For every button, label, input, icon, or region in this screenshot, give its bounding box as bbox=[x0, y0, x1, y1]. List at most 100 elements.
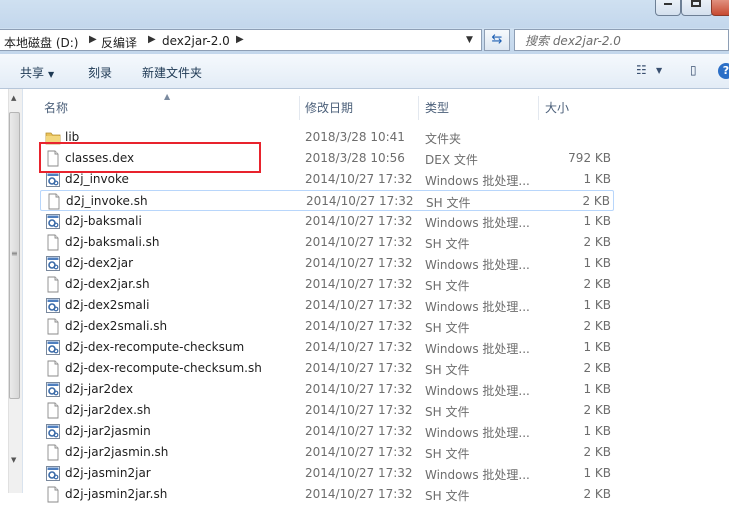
breadcrumb-folder[interactable]: 反编译 bbox=[101, 34, 137, 51]
preview-pane-icon[interactable]: ▯ bbox=[690, 63, 697, 77]
file-modified-date: 2018/3/28 10:56 bbox=[305, 151, 405, 165]
help-icon[interactable]: ? bbox=[718, 63, 729, 79]
file-name: d2j-dex2smali.sh bbox=[65, 319, 168, 333]
scroll-up-icon[interactable]: ▲ bbox=[11, 94, 16, 102]
breadcrumb-separator-icon[interactable]: ▶ bbox=[89, 34, 97, 45]
file-row[interactable]: d2j-dex2smali.sh 2014/10/27 17:32 SH 文件 2 K… bbox=[40, 316, 614, 337]
file-size: 2 KB bbox=[583, 277, 611, 291]
file-row[interactable]: d2j-dex2jar 2014/10/27 17:32 Windows 批处理..… bbox=[40, 253, 614, 274]
file-row[interactable]: d2j-dex-recompute-checksum 2014/10/27 17:… bbox=[40, 337, 614, 358]
window-title-bar bbox=[0, 0, 729, 28]
file-modified-date: 2014/10/27 17:32 bbox=[305, 487, 413, 501]
view-options-icon[interactable]: ☷ bbox=[636, 63, 647, 77]
file-type: SH 文件 bbox=[425, 321, 470, 335]
file-modified-date: 2014/10/27 17:32 bbox=[305, 172, 413, 186]
share-menu-button[interactable]: 共享 ▼ bbox=[20, 64, 54, 81]
sort-ascending-icon: ▲ bbox=[164, 92, 171, 101]
file-name: d2j-jar2dex bbox=[65, 382, 134, 396]
scroll-grip-icon: ≡ bbox=[11, 249, 18, 258]
file-name: d2j-dex-recompute-checksum bbox=[65, 340, 245, 354]
column-header-type[interactable]: 类型 bbox=[425, 96, 449, 120]
file-size: 792 KB bbox=[568, 151, 611, 165]
file-type: Windows 批处理... bbox=[425, 300, 530, 314]
highlight-annotation-box bbox=[39, 142, 261, 173]
file-name: d2j-jasmin2jar bbox=[65, 466, 151, 480]
file-type: Windows 批处理... bbox=[425, 426, 530, 440]
file-modified-date: 2014/10/27 17:32 bbox=[305, 424, 413, 438]
file-type: SH 文件 bbox=[425, 237, 470, 251]
file-type: Windows 批处理... bbox=[425, 342, 530, 356]
file-row[interactable]: d2j-jasmin2jar.sh 2014/10/27 17:32 SH 文件 2 … bbox=[40, 484, 614, 505]
maximize-button[interactable] bbox=[681, 0, 713, 16]
file-type: Windows 批处理... bbox=[425, 384, 530, 398]
file-name: d2j-dex2smali bbox=[65, 298, 150, 312]
file-modified-date: 2014/10/27 17:32 bbox=[305, 277, 413, 291]
file-name: d2j-jasmin2jar.sh bbox=[65, 487, 168, 501]
refresh-button[interactable]: ⇆ bbox=[484, 29, 510, 51]
file-size: 1 KB bbox=[583, 298, 611, 312]
close-button[interactable] bbox=[711, 0, 729, 16]
file-row[interactable]: d2j-baksmali.sh 2014/10/27 17:32 SH 文件 2 KB bbox=[40, 232, 614, 253]
file-name: d2j_invoke.sh bbox=[66, 194, 148, 208]
view-dropdown-icon[interactable]: ▼ bbox=[656, 66, 662, 75]
file-row[interactable]: d2j-jar2jasmin.sh 2014/10/27 17:32 SH 文件 2 … bbox=[40, 442, 614, 463]
breadcrumb-separator-icon[interactable]: ▶ bbox=[236, 34, 244, 45]
column-divider[interactable] bbox=[418, 96, 419, 120]
file-modified-date: 2014/10/27 17:32 bbox=[305, 382, 413, 396]
breadcrumb-current[interactable]: dex2jar-2.0 bbox=[162, 34, 230, 48]
file-size: 1 KB bbox=[583, 424, 611, 438]
file-modified-date: 2014/10/27 17:32 bbox=[305, 361, 413, 375]
column-header-size[interactable]: 大小 bbox=[545, 96, 569, 120]
file-size: 1 KB bbox=[583, 340, 611, 354]
file-type: 文件夹 bbox=[425, 132, 462, 146]
share-label: 共享 bbox=[20, 66, 45, 80]
search-box[interactable] bbox=[514, 29, 729, 51]
file-row[interactable]: d2j-jar2jasmin 2014/10/27 17:32 Windows 批处… bbox=[40, 421, 614, 442]
breadcrumb-drive[interactable]: 本地磁盘 (D:) bbox=[4, 34, 78, 51]
file-modified-date: 2014/10/27 17:32 bbox=[305, 466, 413, 480]
burn-button[interactable]: 刻录 bbox=[88, 64, 112, 81]
file-row[interactable]: d2j-jasmin2jar 2014/10/27 17:32 Windows 批处… bbox=[40, 463, 614, 484]
file-size: 2 KB bbox=[583, 445, 611, 459]
file-type: SH 文件 bbox=[426, 196, 471, 210]
file-size: 2 KB bbox=[583, 319, 611, 333]
column-header-date[interactable]: 修改日期 bbox=[305, 96, 353, 120]
column-header-name[interactable]: 名称 bbox=[44, 96, 68, 120]
file-type: DEX 文件 bbox=[425, 153, 478, 167]
command-toolbar: 共享 ▼ 刻录 新建文件夹 ☷ ▼ ▯ ? bbox=[0, 54, 729, 89]
file-name: d2j-dex-recompute-checksum.sh bbox=[65, 361, 262, 375]
file-size: 2 KB bbox=[583, 403, 611, 417]
file-type: Windows 批处理... bbox=[425, 216, 530, 230]
file-row[interactable]: d2j-baksmali 2014/10/27 17:32 Windows 批处理.… bbox=[40, 211, 614, 232]
pane-divider[interactable] bbox=[22, 89, 23, 493]
file-row[interactable]: d2j-dex-recompute-checksum.sh 2014/10/27 … bbox=[40, 358, 614, 379]
scroll-down-icon[interactable]: ▼ bbox=[11, 456, 16, 464]
new-folder-button[interactable]: 新建文件夹 bbox=[142, 64, 202, 81]
file-modified-date: 2014/10/27 17:32 bbox=[305, 235, 413, 249]
file-size: 1 KB bbox=[583, 256, 611, 270]
address-history-dropdown-icon[interactable]: ▼ bbox=[466, 35, 473, 45]
file-modified-date: 2014/10/27 17:32 bbox=[305, 298, 413, 312]
file-modified-date: 2014/10/27 17:32 bbox=[305, 319, 413, 333]
file-type: SH 文件 bbox=[425, 489, 470, 503]
file-size: 2 KB bbox=[582, 194, 610, 208]
file-row[interactable]: d2j_invoke.sh 2014/10/27 17:32 SH 文件 2 KB bbox=[40, 190, 614, 211]
file-row[interactable]: d2j-jar2dex 2014/10/27 17:32 Windows 批处理..… bbox=[40, 379, 614, 400]
file-row[interactable]: d2j-dex2jar.sh 2014/10/27 17:32 SH 文件 2 KB bbox=[40, 274, 614, 295]
file-row[interactable]: d2j-jar2dex.sh 2014/10/27 17:32 SH 文件 2 KB bbox=[40, 400, 614, 421]
address-bar[interactable]: 本地磁盘 (D:) ▶ 反编译 ▶ dex2jar-2.0 ▶ ▼ bbox=[0, 29, 482, 51]
file-size: 1 KB bbox=[583, 466, 611, 480]
file-name: d2j-jar2jasmin bbox=[65, 424, 151, 438]
column-divider[interactable] bbox=[299, 96, 300, 120]
refresh-icon: ⇆ bbox=[491, 32, 503, 47]
file-type: Windows 批处理... bbox=[425, 258, 530, 272]
column-divider[interactable] bbox=[538, 96, 539, 120]
address-row: 本地磁盘 (D:) ▶ 反编译 ▶ dex2jar-2.0 ▶ ▼ ⇆ bbox=[0, 28, 729, 54]
breadcrumb-separator-icon[interactable]: ▶ bbox=[148, 34, 156, 45]
search-input[interactable] bbox=[523, 32, 727, 50]
file-type: SH 文件 bbox=[425, 447, 470, 461]
file-modified-date: 2014/10/27 17:32 bbox=[305, 214, 413, 228]
file-row[interactable]: d2j-dex2smali 2014/10/27 17:32 Windows 批处理… bbox=[40, 295, 614, 316]
minimize-button[interactable] bbox=[655, 0, 681, 16]
file-type: SH 文件 bbox=[425, 279, 470, 293]
